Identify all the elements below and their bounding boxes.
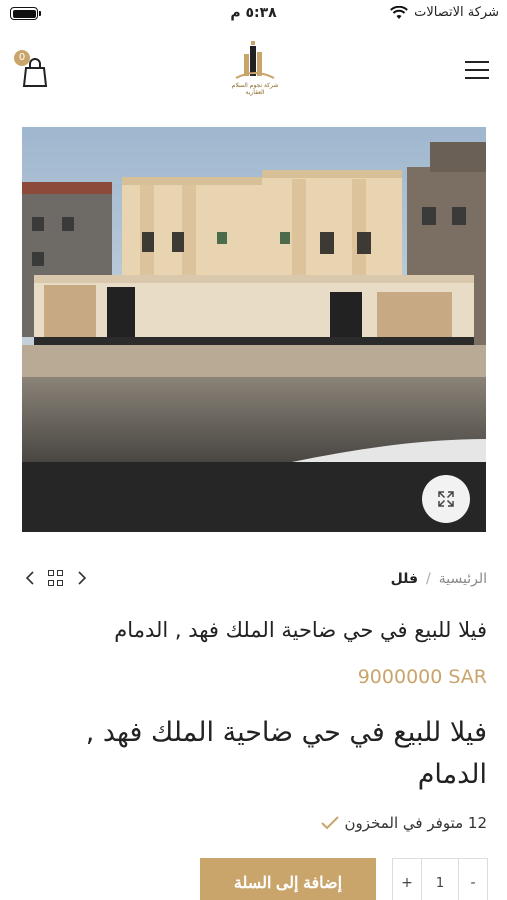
product-subtitle: فيلا للبيع في حي ضاحية الملك فهد , الدما… — [114, 618, 487, 642]
chevron-right-icon[interactable] — [76, 570, 88, 586]
stock-status: 12 متوفر في المخزون — [320, 814, 487, 832]
expand-image-button[interactable] — [422, 475, 470, 523]
breadcrumb: الرئيسية / فلل — [391, 571, 487, 587]
site-header: 0 شركة نجوم السلام العقارية — [0, 36, 507, 108]
breadcrumb-current[interactable]: فلل — [391, 571, 418, 587]
product-price: 9000000 SAR — [357, 666, 487, 688]
breadcrumb-separator: / — [426, 571, 431, 587]
logo-line-2: العقارية — [245, 89, 265, 96]
check-icon — [320, 816, 339, 830]
villa-photo — [22, 127, 486, 532]
menu-icon[interactable] — [465, 61, 489, 81]
product-navigation — [24, 570, 88, 586]
logo-text: شركة نجوم السلام العقارية — [220, 82, 290, 96]
carrier-name: شركة الاتصالات — [414, 5, 499, 20]
product-image[interactable] — [22, 127, 486, 532]
logo-line-1: شركة نجوم السلام — [231, 82, 279, 89]
quantity-input[interactable]: 1 — [421, 859, 459, 900]
wifi-icon — [390, 5, 408, 19]
cart-count-badge: 0 — [14, 50, 30, 66]
expand-icon — [438, 491, 454, 507]
chevron-left-icon[interactable] — [24, 570, 36, 586]
stock-text: 12 متوفر في المخزون — [344, 814, 487, 832]
quantity-plus-button[interactable]: + — [393, 859, 421, 900]
grid-icon[interactable] — [48, 570, 64, 586]
cart-button[interactable]: 0 — [14, 50, 52, 88]
product-title: فيلا للبيع في حي ضاحية الملك فهد , الدما… — [85, 717, 487, 790]
quantity-stepper: + 1 - — [392, 858, 488, 900]
company-logo[interactable]: شركة نجوم السلام العقارية — [220, 40, 290, 102]
logo-mark — [235, 41, 275, 79]
add-to-cart-button[interactable]: إضافة إلى السلة — [200, 858, 376, 900]
status-bar: ٥:٣٨ م شركة الاتصالات — [0, 0, 507, 30]
breadcrumb-home[interactable]: الرئيسية — [439, 571, 487, 587]
quantity-minus-button[interactable]: - — [459, 859, 487, 900]
product-page: ٥:٣٨ م شركة الاتصالات 0 شركة نجوم السلام… — [0, 0, 507, 900]
